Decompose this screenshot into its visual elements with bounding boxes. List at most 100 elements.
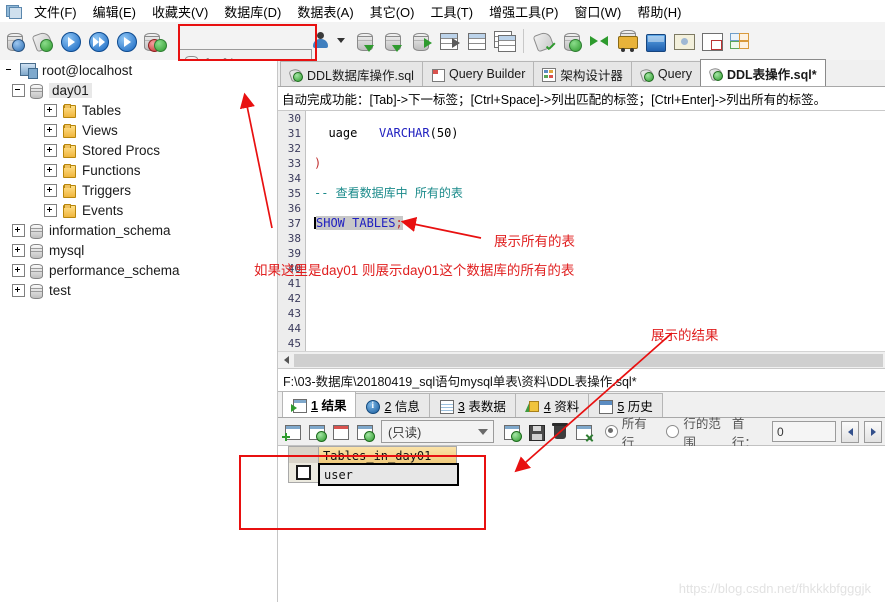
result-tab-table-data[interactable]: 3 表数据	[428, 393, 516, 417]
radio-row-range[interactable]: 行的范围	[666, 413, 729, 451]
user-manager-dropdown-icon[interactable]	[335, 28, 349, 54]
radio-button-icon[interactable]	[604, 425, 618, 438]
radio-button-icon[interactable]	[666, 425, 680, 438]
optimize-database-icon[interactable]	[558, 28, 584, 54]
first-row-input[interactable]: 0	[772, 421, 837, 442]
radio-all-rows-label: 所有行	[621, 416, 647, 450]
cancel-changes-icon[interactable]	[573, 421, 595, 443]
validate-icon[interactable]	[530, 28, 556, 54]
chevron-down-icon[interactable]	[473, 429, 493, 435]
model-diagram-icon[interactable]	[726, 28, 752, 54]
restore-database-icon[interactable]	[379, 28, 405, 54]
menu-item-file[interactable]: 文件(F)	[26, 0, 85, 23]
menu-item-database[interactable]: 数据库(D)	[216, 0, 289, 23]
tree-node-triggers[interactable]: Triggers	[0, 180, 277, 200]
radio-all-rows[interactable]: 所有行	[604, 413, 657, 451]
result-tab-profile[interactable]: 4 资料	[514, 393, 590, 417]
line-number: 35	[287, 187, 301, 200]
menu-item-table[interactable]: 数据表(A)	[289, 0, 361, 23]
tab-schema-designer[interactable]: 架构设计器	[533, 61, 632, 86]
row-checkbox-icon[interactable]	[296, 465, 311, 480]
tree-node-database-performance-schema[interactable]: performance_schema	[0, 260, 277, 280]
result-tab-info[interactable]: 2 信息	[355, 393, 430, 417]
tree-node-database-mysql[interactable]: mysql	[0, 240, 277, 260]
tree-expander-expand-icon[interactable]	[44, 163, 57, 177]
tree-node-tables[interactable]: Tables	[0, 100, 277, 120]
tree-expander-expand-icon[interactable]	[44, 123, 57, 137]
tree-expander-expand-icon[interactable]	[44, 103, 57, 117]
backup-database-icon[interactable]	[351, 28, 377, 54]
run-all-icon[interactable]	[85, 28, 111, 54]
tree-node-stored-procs[interactable]: Stored Procs	[0, 140, 277, 160]
tree-node-functions[interactable]: Functions	[0, 160, 277, 180]
tree-node-views[interactable]: Views	[0, 120, 277, 140]
editor-code-area[interactable]: uage VARCHAR(50) ) -- 查看数据库中 所有的表 SHOW T…	[306, 111, 885, 351]
tab-ddl-database-sql[interactable]: DDL数据库操作.sql	[280, 61, 423, 86]
result-grid-cell[interactable]: user	[318, 463, 459, 486]
report-builder-icon[interactable]	[670, 28, 696, 54]
tree-node-connection[interactable]: root@localhost	[0, 60, 277, 80]
connect-database-icon[interactable]	[1, 28, 27, 54]
tab-query-builder[interactable]: Query Builder	[421, 61, 535, 86]
edit-record-icon[interactable]	[330, 421, 352, 443]
tab-query[interactable]: Query	[630, 61, 701, 86]
copy-table-icon[interactable]	[491, 28, 517, 54]
tree-expander-collapse-icon[interactable]	[12, 83, 25, 97]
apply-changes-icon[interactable]	[501, 421, 523, 443]
database-label-test: test	[49, 282, 71, 298]
menu-item-window[interactable]: 窗口(W)	[566, 0, 629, 23]
menu-item-help[interactable]: 帮助(H)	[629, 0, 689, 23]
import-database-icon[interactable]	[407, 28, 433, 54]
info-icon	[365, 399, 381, 414]
table-manager-icon[interactable]	[463, 28, 489, 54]
new-connection-icon[interactable]	[29, 28, 55, 54]
result-data-grid[interactable]: Tables_in_day01 user	[278, 446, 885, 576]
first-row-next-button[interactable]	[864, 420, 882, 443]
menu-item-other[interactable]: 其它(O)	[362, 0, 423, 23]
tree-expander-expand-icon[interactable]	[44, 183, 57, 197]
line-number: 39	[287, 247, 301, 260]
editor-horizontal-scrollbar[interactable]	[278, 352, 885, 369]
row-selector-cell[interactable]	[288, 463, 318, 483]
post-record-icon[interactable]	[354, 421, 376, 443]
tab-ddl-table-sql[interactable]: DDL表操作.sql*	[699, 59, 826, 86]
scroll-left-icon[interactable]	[278, 353, 294, 368]
menu-item-edit[interactable]: 编辑(E)	[85, 0, 144, 23]
save-icon[interactable]	[525, 421, 547, 443]
export-table-icon[interactable]	[435, 28, 461, 54]
menu-item-favorites[interactable]: 收藏夹(V)	[144, 0, 216, 23]
pivot-table-icon[interactable]	[698, 28, 724, 54]
transfer-data-icon[interactable]	[614, 28, 640, 54]
table-row[interactable]: user	[288, 463, 885, 486]
tree-node-events[interactable]: Events	[0, 200, 277, 220]
scrollbar-thumb[interactable]	[294, 353, 883, 367]
tree-expander-expand-icon[interactable]	[44, 143, 57, 157]
tree-node-database-information-schema[interactable]: information_schema	[0, 220, 277, 240]
line-number: 32	[287, 142, 301, 155]
sql-editor[interactable]: 30 31 32 33 34 35 36 37 38 39 40 41 42 4…	[278, 111, 885, 352]
tree-expander-expand-icon[interactable]	[44, 203, 57, 217]
tree-node-database-day01[interactable]: day01	[0, 80, 277, 100]
insert-record-icon[interactable]	[282, 421, 304, 443]
data-transfer-wizard-icon[interactable]	[642, 28, 668, 54]
menu-item-plugins[interactable]: 增强工具(P)	[481, 0, 566, 23]
run-query-icon[interactable]	[57, 28, 83, 54]
first-row-prev-button[interactable]	[841, 420, 860, 443]
delete-record-icon[interactable]	[549, 421, 571, 443]
tree-expander-expand-icon[interactable]	[12, 283, 25, 297]
tree-expander-expand-icon[interactable]	[12, 263, 25, 277]
edit-mode-combo[interactable]: (只读)	[381, 420, 494, 443]
result-tab-results[interactable]: 1 结果	[282, 391, 357, 417]
tree-expander-expand-icon[interactable]	[12, 223, 25, 237]
duplicate-record-icon[interactable]	[306, 421, 328, 443]
sync-structure-icon[interactable]	[586, 28, 612, 54]
run-step-icon[interactable]	[113, 28, 139, 54]
tree-expander-expand-icon[interactable]	[12, 243, 25, 257]
tree-node-database-test[interactable]: test	[0, 280, 277, 300]
menu-item-tools[interactable]: 工具(T)	[422, 0, 481, 23]
user-manager-icon[interactable]	[307, 28, 333, 54]
refresh-objects-icon[interactable]	[141, 28, 167, 54]
database-icon	[30, 223, 43, 239]
